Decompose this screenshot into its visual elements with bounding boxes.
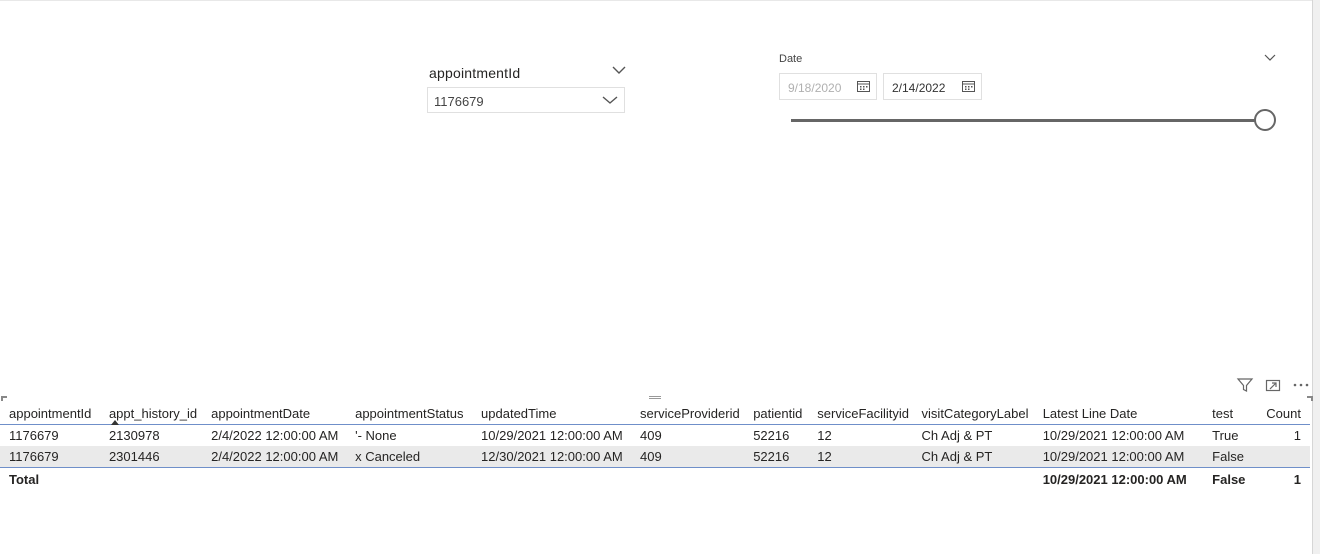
table-cell: 10/29/2021 12:00:00 AM	[1042, 446, 1213, 468]
table-cell: 409	[640, 446, 754, 468]
column-header[interactable]: test	[1212, 402, 1252, 425]
calendar-icon[interactable]	[857, 80, 870, 92]
table-cell: 1176679	[0, 446, 109, 468]
table-cell: 10/29/2021 12:00:00 AM	[481, 428, 623, 443]
empty-cell	[109, 468, 211, 491]
column-header[interactable]: appointmentId	[0, 402, 109, 425]
column-header[interactable]: Count	[1252, 402, 1310, 425]
calendar-icon[interactable]	[962, 80, 975, 92]
table-cell: 10/29/2021 12:00:00 AM	[1042, 428, 1185, 443]
dropdown-selected-value: 1176679	[434, 94, 484, 109]
column-header[interactable]: serviceProviderid	[640, 402, 753, 425]
date-range-slicer: Date 9/18/2020 2/14/2022	[778, 50, 1288, 150]
date-slider-track[interactable]	[791, 119, 1267, 122]
empty-cell	[817, 468, 921, 491]
end-date-input[interactable]: 2/14/2022	[883, 73, 982, 100]
focus-mode-icon[interactable]	[1264, 376, 1282, 394]
canvas-top-border	[0, 0, 1312, 1]
table-row[interactable]: 1176679 2130978 2/4/2022 12:00:00 AM '- …	[0, 425, 1310, 447]
table-cell: 2301446	[108, 446, 212, 468]
chevron-down-icon	[602, 96, 618, 104]
table-cell: 12/30/2021 12:00:00 AM	[481, 446, 641, 468]
column-header-label: appt_history_id	[108, 405, 198, 421]
resize-corner-right[interactable]	[1307, 396, 1313, 401]
total-count: 1	[1293, 471, 1301, 487]
table-visual-header	[0, 376, 1314, 398]
column-header-sorted[interactable]: appt_history_id	[109, 402, 211, 425]
sort-ascending-icon	[110, 420, 119, 425]
table-row[interactable]: 1176679 2301446 2/4/2022 12:00:00 AM x C…	[0, 446, 1310, 468]
column-header[interactable]: updatedTime	[481, 402, 640, 425]
table-cell: Ch Adj & PT	[921, 428, 993, 443]
table-cell: 2130978	[108, 428, 160, 443]
column-header[interactable]: serviceFacilityid	[817, 402, 921, 425]
appointment-id-dropdown[interactable]: 1176679	[427, 87, 625, 113]
chevron-down-icon[interactable]	[1264, 52, 1276, 62]
table-cell: 12	[817, 428, 832, 443]
slicer-title: appointmentId	[429, 65, 521, 81]
end-date-value: 2/14/2022	[892, 81, 946, 95]
table-cell: '- None	[355, 428, 397, 443]
total-label: Total	[9, 471, 40, 487]
table-cell: False	[1212, 446, 1252, 468]
column-header[interactable]: visitCategoryLabel	[922, 402, 1043, 425]
table-cell	[1251, 446, 1310, 468]
empty-cell	[355, 468, 481, 491]
table-cell: 52216	[753, 428, 790, 443]
total-row: Total 10/29/2021 12:00:00 AM False 1	[0, 467, 1310, 491]
column-header[interactable]: appointmentStatus	[355, 402, 481, 425]
table-cell: True	[1212, 428, 1239, 443]
table-cell: 2/4/2022 12:00:00 AM	[211, 446, 356, 468]
table-cell: 409	[640, 428, 662, 443]
column-header[interactable]: patientid	[753, 402, 817, 425]
empty-cell	[481, 468, 640, 491]
data-table: appointmentId appt_history_id appointmen…	[0, 402, 1310, 490]
table-cell: x Canceled	[355, 446, 482, 468]
total-test: False	[1212, 471, 1246, 487]
table-cell: 1176679	[9, 428, 59, 443]
header-row: appointmentId appt_history_id appointmen…	[0, 402, 1310, 425]
slicer-title: Date	[779, 53, 803, 65]
date-slider-handle[interactable]	[1254, 109, 1276, 131]
empty-cell	[922, 468, 1043, 491]
table-cell: 12	[817, 446, 922, 468]
empty-cell	[753, 468, 817, 491]
table-cell: Ch Adj & PT	[921, 446, 1043, 468]
table-cell: 52216	[753, 446, 818, 468]
empty-cell	[211, 468, 355, 491]
start-date-value: 9/18/2020	[788, 81, 842, 95]
table-cell: 1	[1293, 428, 1301, 443]
vertical-scrollbar[interactable]	[1312, 0, 1320, 554]
resize-grip[interactable]	[649, 396, 661, 399]
chevron-down-icon[interactable]	[611, 64, 627, 76]
table-cell: 2/4/2022 12:00:00 AM	[211, 428, 339, 443]
empty-cell	[640, 468, 753, 491]
total-latest-line-date: 10/29/2021 12:00:00 AM	[1042, 471, 1187, 487]
more-options-icon[interactable]	[1292, 376, 1310, 394]
column-header[interactable]: appointmentDate	[211, 402, 355, 425]
start-date-input[interactable]: 9/18/2020	[779, 73, 877, 100]
column-header[interactable]: Latest Line Date	[1043, 402, 1212, 425]
resize-corner-left[interactable]	[1, 396, 7, 401]
filter-icon[interactable]	[1236, 376, 1254, 394]
